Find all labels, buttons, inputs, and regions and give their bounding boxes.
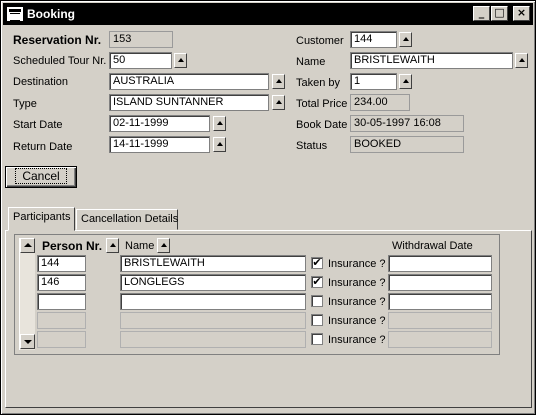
reservation-nr-label: Reservation Nr. (13, 33, 102, 47)
row1-person-nr[interactable]: 144 (37, 255, 86, 272)
person-nr-header: Person Nr. (42, 239, 103, 253)
type-field[interactable]: ISLAND SUNTANNER (109, 94, 269, 111)
taken-by-field[interactable]: 1 (350, 73, 397, 90)
window-title: Booking (27, 7, 75, 21)
cancel-button[interactable]: Cancel (5, 166, 77, 188)
row4-withdrawal-date[interactable] (388, 312, 492, 329)
scheduled-tour-lov-button[interactable] (174, 53, 187, 68)
person-nr-sort-button[interactable] (106, 238, 119, 253)
row4-name[interactable] (120, 312, 306, 329)
customer-label: Customer (296, 35, 344, 47)
row1-insurance-checkbox[interactable]: ✔ (311, 257, 323, 269)
return-date-lov-button[interactable] (213, 137, 226, 152)
row3-name[interactable] (120, 293, 306, 310)
row5-withdrawal-date[interactable] (388, 331, 492, 348)
scheduled-tour-nr-field[interactable]: 50 (109, 52, 172, 69)
minimize-button[interactable]: _ (473, 6, 490, 21)
book-date-label: Book Date (296, 119, 348, 131)
maximize-button[interactable]: □ (491, 6, 508, 21)
reservation-nr-field: 153 (109, 31, 173, 48)
name-sort-button[interactable] (157, 238, 170, 253)
name-label: Name (296, 56, 326, 68)
name-header: Name (125, 240, 155, 252)
row1-withdrawal-date[interactable] (388, 255, 492, 272)
destination-lov-button[interactable] (272, 74, 285, 89)
row4-insurance-label: Insurance ? (328, 315, 386, 327)
row4-insurance-checkbox[interactable] (311, 314, 323, 326)
taken-by-lov-button[interactable] (399, 74, 412, 89)
scheduled-tour-nr-label: Scheduled Tour Nr. (13, 55, 107, 67)
row5-person-nr[interactable] (37, 331, 86, 348)
total-price-label: Total Price (296, 98, 348, 110)
row2-withdrawal-date[interactable] (388, 274, 492, 291)
status-field: BOOKED (350, 136, 464, 153)
customer-field[interactable]: 144 (350, 31, 397, 48)
status-label: Status (296, 140, 328, 152)
title-bar[interactable]: Booking _ □ × (3, 3, 533, 25)
destination-label: Destination (13, 76, 69, 88)
cancel-button-label: Cancel (15, 168, 67, 184)
return-date-field[interactable]: 14-11-1999 (109, 136, 210, 153)
row3-withdrawal-date[interactable] (388, 293, 492, 310)
tab-cancellation-details[interactable]: Cancellation Details (76, 209, 178, 230)
row5-insurance-checkbox[interactable] (311, 333, 323, 345)
row1-insurance-label: Insurance ? (328, 258, 386, 270)
row5-insurance-label: Insurance ? (328, 334, 386, 346)
name-lov-button[interactable] (515, 53, 528, 68)
booking-window: Booking _ □ × Reservation Nr. 153 Schedu… (0, 0, 536, 415)
type-label: Type (13, 98, 37, 110)
close-button[interactable]: × (513, 6, 530, 21)
row1-name[interactable]: BRISTLEWAITH (120, 255, 306, 272)
row5-name[interactable] (120, 331, 306, 348)
row3-insurance-label: Insurance ? (328, 296, 386, 308)
scroll-up-button[interactable] (20, 238, 35, 253)
form-icon (7, 7, 23, 21)
row3-insurance-checkbox[interactable] (311, 295, 323, 307)
destination-field[interactable]: AUSTRALIA (109, 73, 269, 90)
book-date-field: 30-05-1997 16:08 (350, 115, 464, 132)
row2-name[interactable]: LONGLEGS (120, 274, 306, 291)
customer-lov-button[interactable] (399, 32, 412, 47)
participants-scrollbar[interactable] (19, 238, 35, 350)
start-date-label: Start Date (13, 119, 63, 131)
row3-person-nr[interactable] (37, 293, 86, 310)
total-price-field: 234.00 (350, 94, 410, 111)
row4-person-nr[interactable] (37, 312, 86, 329)
taken-by-label: Taken by (296, 77, 341, 89)
start-date-field[interactable]: 02-11-1999 (109, 115, 210, 132)
start-date-lov-button[interactable] (213, 116, 226, 131)
row2-insurance-checkbox[interactable]: ✔ (311, 276, 323, 288)
scroll-down-button[interactable] (20, 334, 35, 349)
withdrawal-date-header: Withdrawal Date (392, 240, 473, 252)
name-field[interactable]: BRISTLEWAITH (350, 52, 513, 69)
tab-participants[interactable]: Participants (8, 207, 75, 231)
row2-insurance-label: Insurance ? (328, 277, 386, 289)
return-date-label: Return Date (13, 141, 73, 153)
row2-person-nr[interactable]: 146 (37, 274, 86, 291)
type-lov-button[interactable] (272, 95, 285, 110)
